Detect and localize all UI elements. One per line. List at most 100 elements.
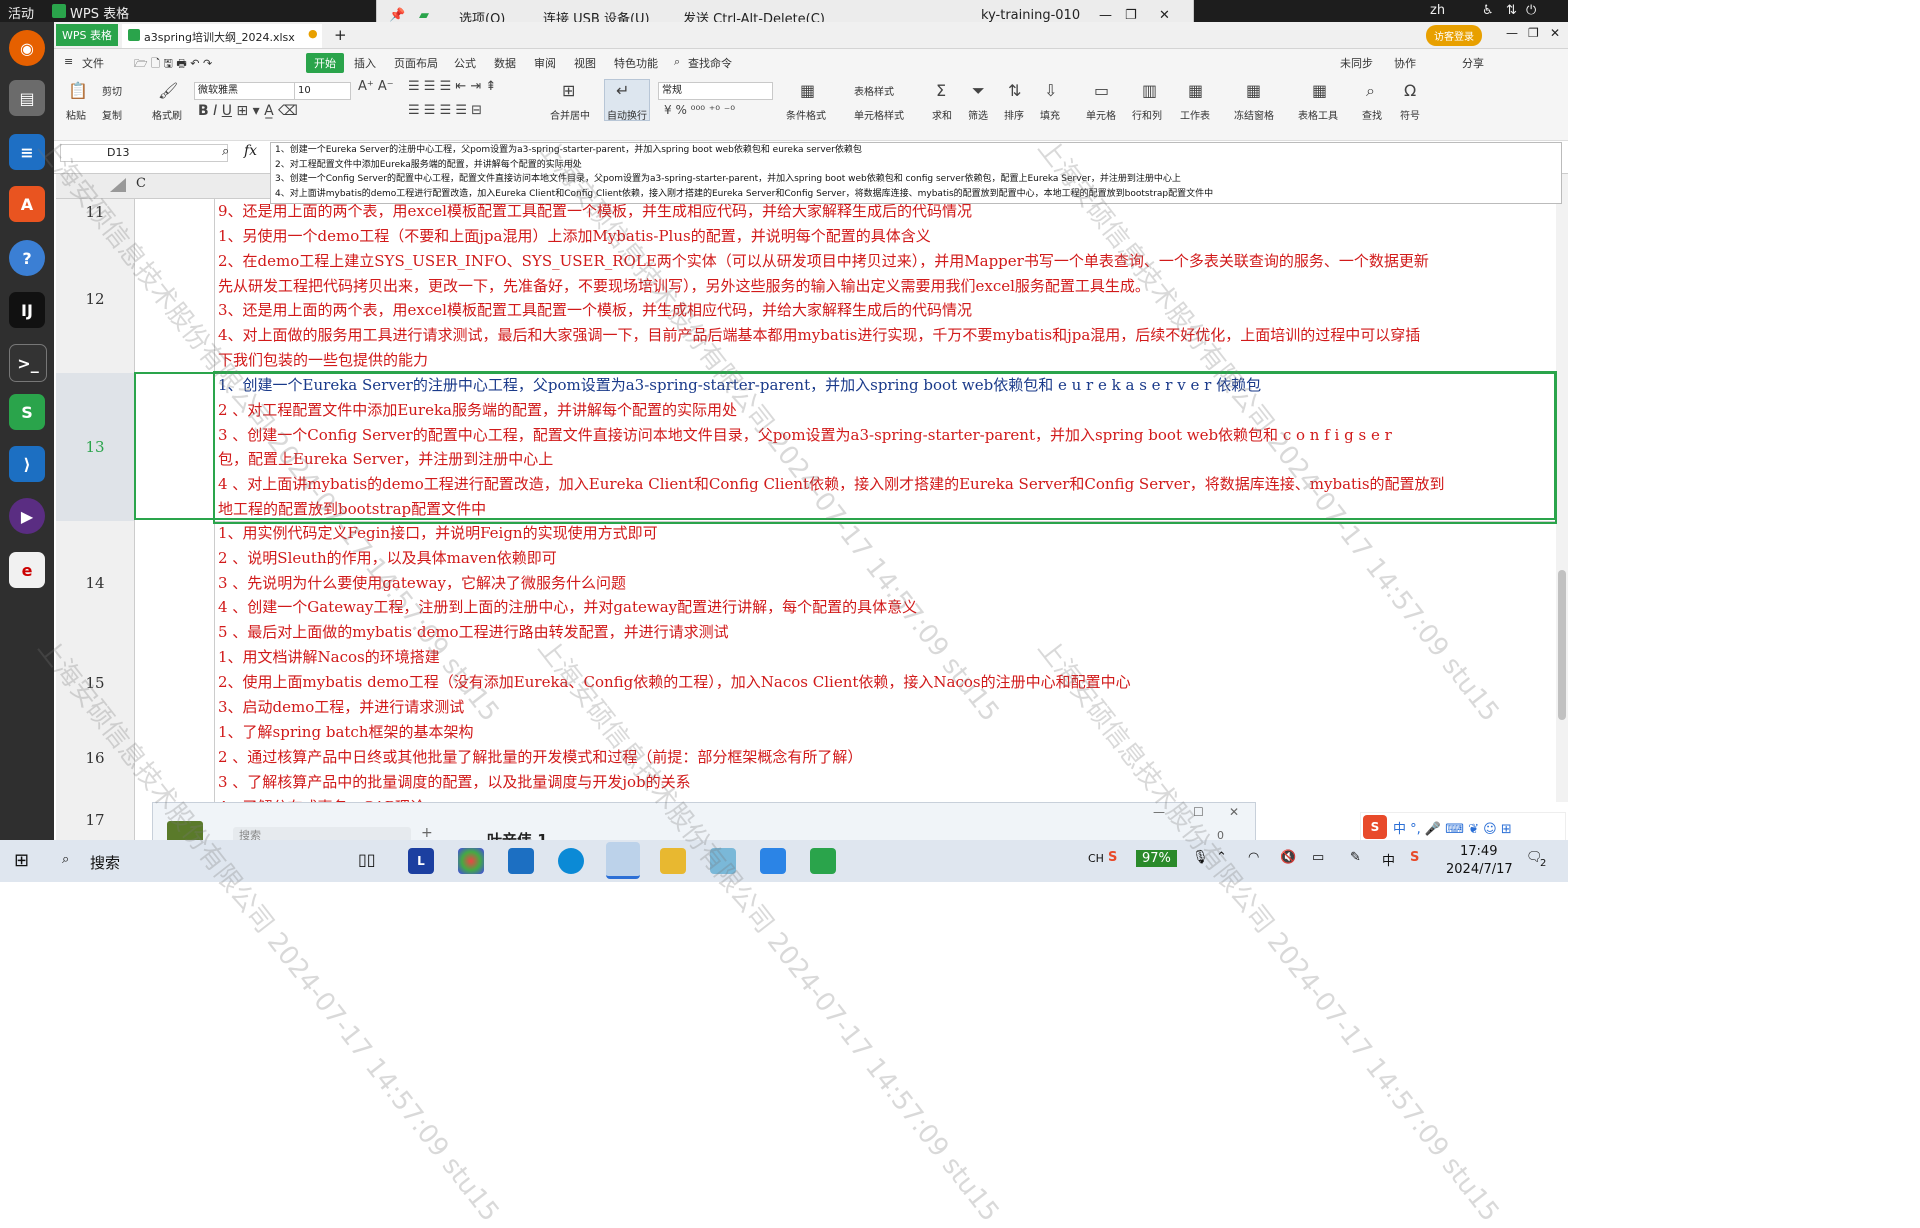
taskbar-color-app-icon[interactable]: [458, 848, 484, 874]
cell-icon[interactable]: ▭: [1094, 81, 1109, 100]
sort-icon[interactable]: ⇅: [1008, 81, 1021, 100]
fill-icon[interactable]: ⇩: [1044, 81, 1057, 100]
battery-icon[interactable]: ▭: [1312, 850, 1324, 865]
table-style-button[interactable]: 表格样式: [854, 83, 894, 98]
wrap-text-button[interactable]: 自动换行: [607, 107, 647, 122]
help-icon[interactable]: ?: [9, 240, 45, 276]
cond-format-icon[interactable]: ▦: [800, 81, 815, 100]
sum-button[interactable]: 求和: [932, 107, 952, 122]
wifi-icon[interactable]: ◠: [1248, 850, 1259, 865]
number-format-select[interactable]: 常规: [658, 82, 773, 100]
sum-icon[interactable]: Σ: [936, 81, 946, 100]
vscode-icon[interactable]: ⟩: [9, 446, 45, 482]
cell-c[interactable]: [135, 224, 215, 374]
taskbar-notes-icon[interactable]: [710, 848, 736, 874]
taskbar-app-l-icon[interactable]: L: [408, 848, 434, 874]
align-top-icons[interactable]: ☰ ☰ ☰ ⇤ ⇥ ⇞: [408, 79, 496, 94]
network-icon[interactable]: ⇅: [1506, 3, 1517, 18]
guest-login-button[interactable]: 访客登录: [1426, 25, 1482, 46]
firefox-icon[interactable]: ◉: [9, 30, 45, 66]
window-restore-icon[interactable]: ❐: [1528, 26, 1539, 40]
formula-content[interactable]: 1、创建一个Eureka Server的注册中心工程，父pom设置为a3-spr…: [270, 142, 1562, 204]
quick-access-icons[interactable]: 🗁 🗋 🖫 🖶 ↶ ↷: [134, 55, 212, 74]
window-close-icon[interactable]: ✕: [1550, 26, 1560, 40]
cell-style-button[interactable]: 单元格样式: [854, 107, 904, 122]
terminal-icon[interactable]: >_: [9, 344, 47, 382]
format-painter-button[interactable]: 格式刷: [152, 107, 182, 122]
number-format-icons[interactable]: ¥ % ⁰⁰⁰ ⁺⁰ ⁻⁰: [664, 103, 735, 117]
taskbar-edge-icon[interactable]: [558, 848, 584, 874]
wps-dock-icon[interactable]: S: [9, 394, 45, 430]
cell-c[interactable]: [135, 521, 215, 646]
font-size-select[interactable]: 10: [294, 82, 351, 100]
accessibility-icon[interactable]: ♿: [1482, 3, 1494, 18]
document-tab[interactable]: a3spring培训大纲_2024.xlsx ●: [122, 24, 322, 48]
chat-maximize-icon[interactable]: ☐: [1193, 805, 1204, 819]
file-menu[interactable]: 文件: [82, 55, 104, 71]
taskbar-search[interactable]: 搜索: [90, 852, 120, 873]
copy-button[interactable]: 复制: [102, 107, 122, 122]
pen-icon[interactable]: ✎: [1350, 850, 1361, 865]
symbol-icon[interactable]: Ω: [1404, 81, 1416, 100]
writer-icon[interactable]: ≡: [9, 134, 45, 170]
fx-label[interactable]: fx: [244, 143, 257, 159]
ime-status-icons[interactable]: 中 °, 🎤 ⌨ ❦ ☺ ⊞: [1393, 818, 1512, 837]
tab-formula[interactable]: 公式: [454, 55, 476, 71]
tab-review[interactable]: 审阅: [534, 55, 556, 71]
chat-close-icon[interactable]: ✕: [1229, 805, 1239, 819]
row-header[interactable]: 15: [56, 645, 135, 721]
hamburger-icon[interactable]: ≡: [64, 55, 73, 68]
minimize-icon[interactable]: —: [1099, 8, 1112, 23]
files-icon[interactable]: ▤: [9, 80, 45, 116]
tray-chevron-icon[interactable]: ⌃: [1216, 850, 1227, 865]
intellij-icon[interactable]: IJ: [9, 292, 45, 328]
cell-d[interactable]: 1、另使用一个demo工程（不要和上面jpa混用）上添加Mybatis-Plus…: [215, 224, 1555, 374]
paste-button[interactable]: 粘贴: [66, 107, 86, 122]
cell-c[interactable]: [135, 645, 215, 721]
cond-format-button[interactable]: 条件格式: [786, 107, 826, 122]
input-lang[interactable]: CH: [1088, 852, 1104, 865]
sheet-icon[interactable]: ▦: [1188, 81, 1203, 100]
cell-c[interactable]: [135, 373, 215, 522]
search-command-input[interactable]: 查找命令: [688, 55, 732, 71]
clock-time[interactable]: 17:49: [1460, 844, 1497, 859]
cell-button[interactable]: 单元格: [1086, 107, 1116, 122]
cell-c[interactable]: [135, 720, 215, 796]
window-minimize-icon[interactable]: —: [1506, 26, 1518, 40]
symbol-button[interactable]: 符号: [1400, 107, 1420, 122]
find-button[interactable]: 查找: [1362, 107, 1382, 122]
font-family-select[interactable]: 微软雅黑: [194, 82, 295, 100]
task-view-icon[interactable]: ▯▯: [358, 850, 376, 869]
wps-home-tab[interactable]: WPS 表格: [56, 24, 118, 46]
format-painter-icon[interactable]: 🖌: [158, 81, 178, 100]
taskbar-vscode-icon[interactable]: [508, 848, 534, 874]
row-header[interactable]: 14: [56, 521, 135, 646]
taskbar-photos-icon[interactable]: [760, 848, 786, 874]
filter-icon[interactable]: ⏷: [972, 81, 985, 101]
row-header[interactable]: 16: [56, 720, 135, 796]
cell-c[interactable]: [135, 199, 215, 225]
filter-button[interactable]: 筛选: [968, 107, 988, 122]
new-tab-icon[interactable]: +: [334, 26, 347, 44]
close-icon[interactable]: ✕: [1159, 8, 1170, 23]
tab-insert[interactable]: 插入: [354, 55, 376, 71]
table-tools-icon[interactable]: ▦: [1312, 81, 1327, 100]
cell-d[interactable]: 1、用文档讲解Nacos的环境搭建 2、使用上面mybatis demo工程（没有…: [215, 645, 1555, 721]
activities-button[interactable]: 活动: [8, 3, 34, 22]
software-icon[interactable]: A: [9, 186, 45, 222]
sync-status[interactable]: 未同步: [1340, 55, 1373, 71]
start-icon[interactable]: ⊞: [14, 850, 29, 871]
tab-page-layout[interactable]: 页面布局: [394, 55, 438, 71]
sogou-icon[interactable]: S: [1363, 815, 1387, 839]
freeze-icon[interactable]: ▦: [1246, 81, 1261, 100]
scrollbar-thumb[interactable]: [1558, 570, 1566, 720]
select-all-corner[interactable]: [110, 178, 126, 192]
table-tools-button[interactable]: 表格工具: [1298, 107, 1338, 122]
paste-icon[interactable]: 📋: [68, 81, 88, 100]
freeze-button[interactable]: 冻结窗格: [1234, 107, 1274, 122]
pin-icon[interactable]: 📌: [389, 8, 405, 23]
ime-toolbar[interactable]: S 中 °, 🎤 ⌨ ❦ ☺ ⊞: [1360, 812, 1566, 842]
pdf-icon[interactable]: e: [9, 552, 45, 588]
sogou-tray-icon-2[interactable]: S: [1410, 850, 1419, 865]
cell-d[interactable]: 1、了解spring batch框架的基本架构 2 、通过核算产品中日终或其他批量…: [215, 720, 1555, 796]
